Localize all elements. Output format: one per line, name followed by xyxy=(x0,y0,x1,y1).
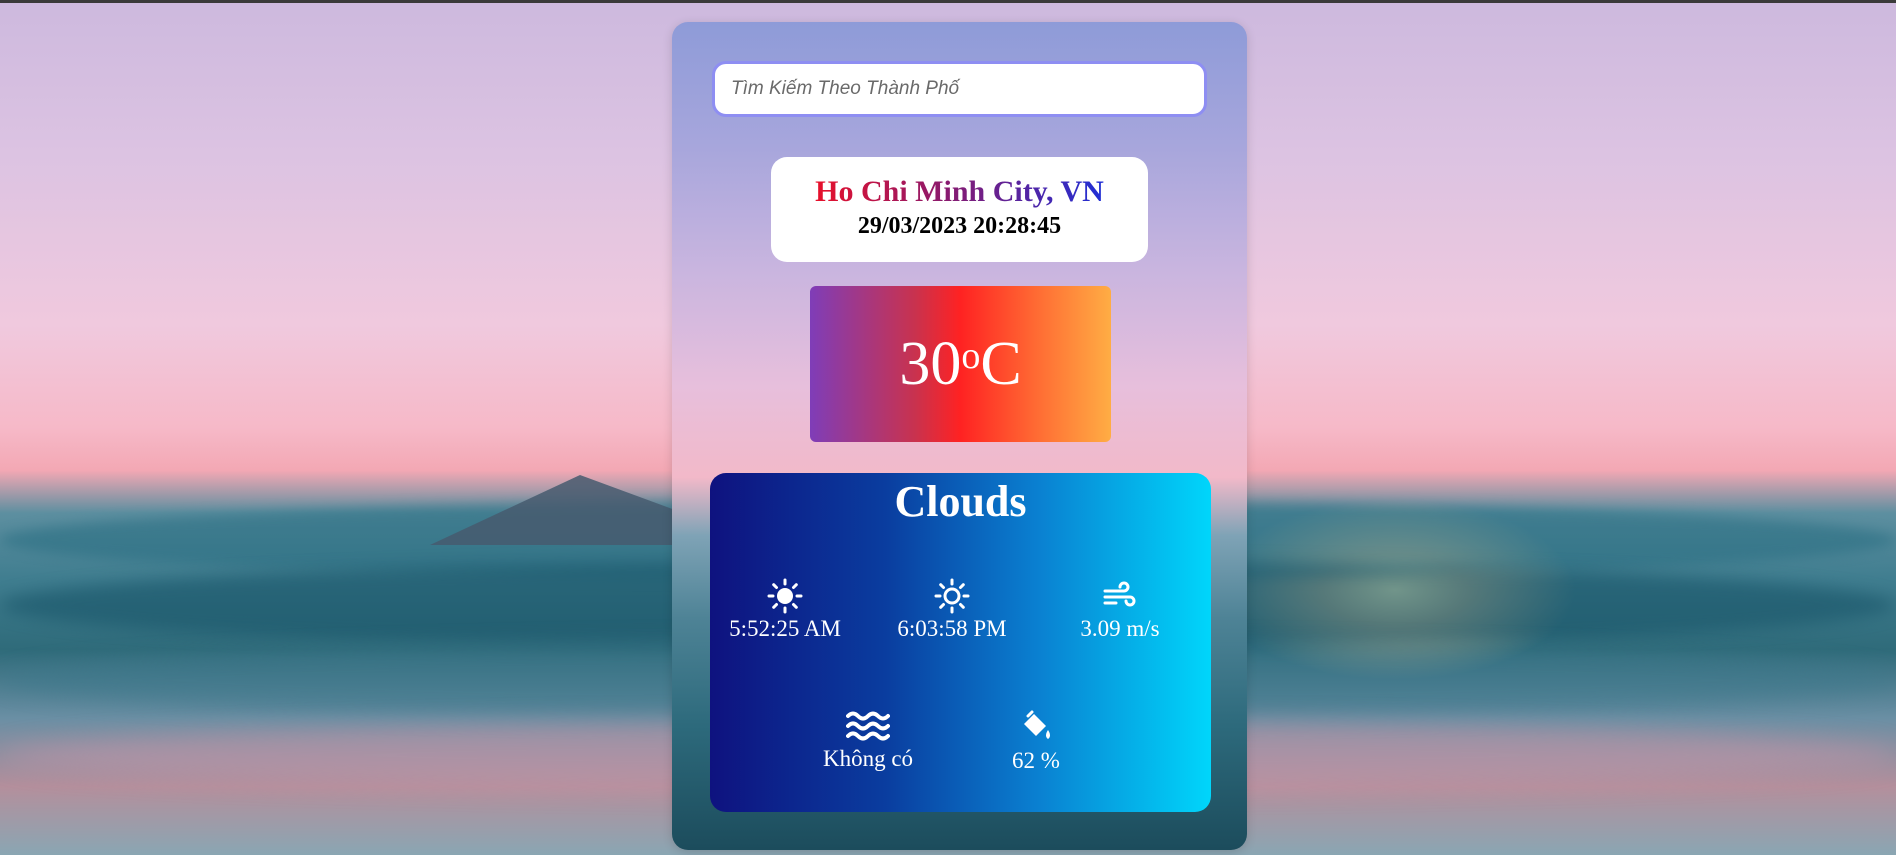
water-waves-icon xyxy=(788,708,948,744)
wind-stat: 3.09 m/s xyxy=(1040,578,1200,642)
city-search-input[interactable] xyxy=(712,61,1207,117)
temperature-unit: C xyxy=(980,329,1022,398)
sunrise-time: 5:52:25 AM xyxy=(729,616,841,641)
location-panel: Ho Chi Minh City, VN 29/03/2023 20:28:45 xyxy=(771,157,1148,262)
city-name: Ho Chi Minh City, VN xyxy=(815,175,1104,208)
wind-icon xyxy=(1040,578,1200,614)
sea-level-value: Không có xyxy=(822,746,914,771)
humidity-stat: 62 % xyxy=(956,710,1116,774)
humidity-bucket-icon xyxy=(956,710,1116,746)
degree-symbol: o xyxy=(961,335,981,377)
weather-condition: Clouds xyxy=(894,477,1027,526)
sun-icon xyxy=(705,578,865,614)
weather-details-panel: Clouds 5:52:25 AM 6:03:58 PM 3.09 m/s Kh… xyxy=(710,473,1211,812)
sun-outline-icon xyxy=(872,578,1032,614)
weather-card: Ho Chi Minh City, VN 29/03/2023 20:28:45… xyxy=(672,22,1247,850)
sunset-stat: 6:03:58 PM xyxy=(872,578,1032,642)
browser-top-edge xyxy=(0,0,1896,3)
current-datetime: 29/03/2023 20:28:45 xyxy=(857,213,1062,239)
sunset-time: 6:03:58 PM xyxy=(897,616,1007,641)
sunrise-stat: 5:52:25 AM xyxy=(705,578,865,642)
temperature-panel: 30 o C xyxy=(810,286,1111,442)
wind-speed: 3.09 m/s xyxy=(1080,616,1160,641)
humidity-value: 62 % xyxy=(1012,748,1060,773)
sea-level-stat: Không có xyxy=(788,708,948,772)
temperature-value: 30 xyxy=(899,329,962,398)
